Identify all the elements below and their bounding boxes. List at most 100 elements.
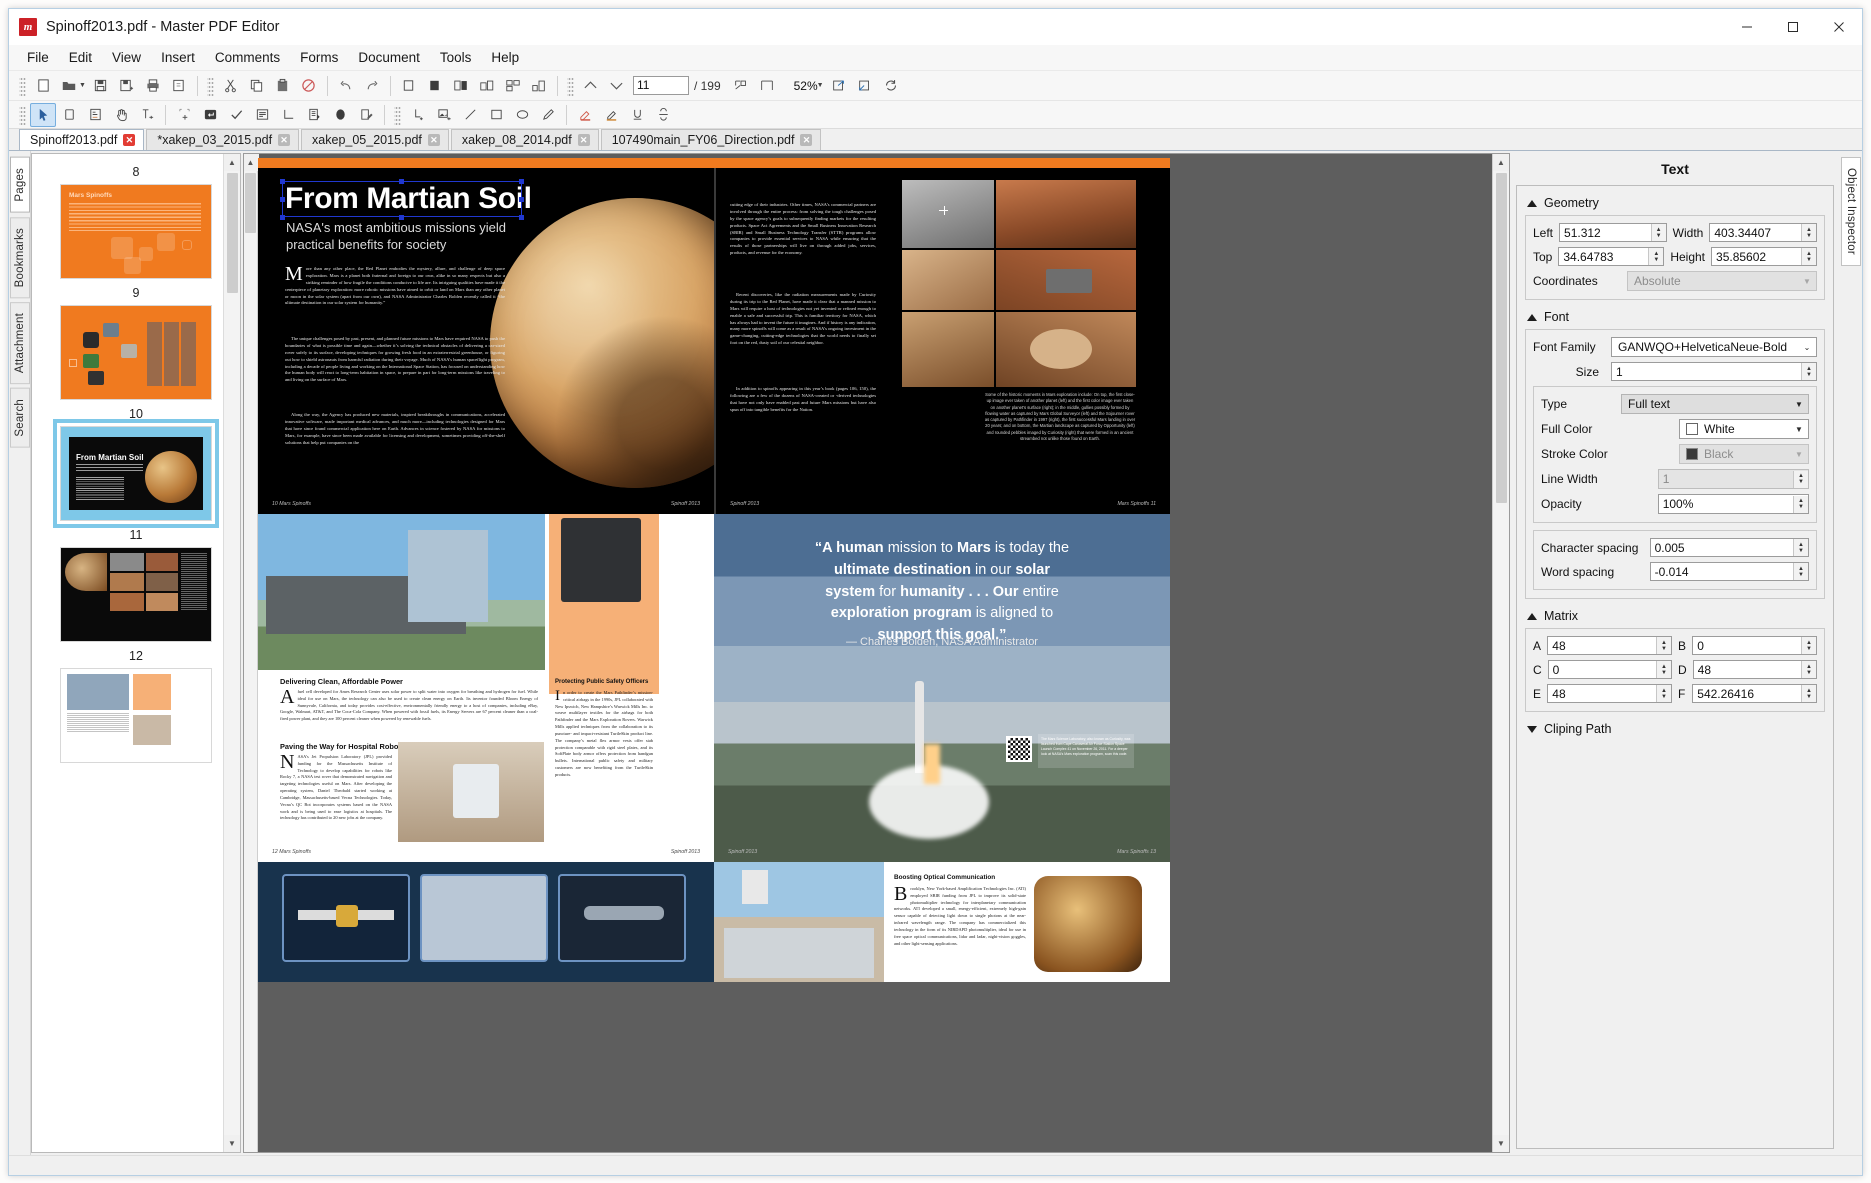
selection-handle-ml[interactable] xyxy=(280,197,285,202)
matrix-c-input[interactable] xyxy=(1548,661,1656,678)
text-highlight-icon[interactable] xyxy=(598,103,624,127)
matrix-b-field[interactable]: ▲▼ xyxy=(1692,636,1817,655)
width-input[interactable] xyxy=(1710,224,1801,241)
selection-handle-tc[interactable] xyxy=(399,179,404,184)
fit-width-icon[interactable] xyxy=(852,74,878,98)
matrix-e-stepper[interactable]: ▲ ▼ xyxy=(1656,685,1671,702)
opacity-input[interactable] xyxy=(1658,495,1793,513)
redo-icon[interactable] xyxy=(359,74,385,98)
font-size-input[interactable] xyxy=(1612,363,1801,380)
paste-icon[interactable] xyxy=(270,74,296,98)
stroke-color-select[interactable]: Black ▼ xyxy=(1679,444,1809,464)
pencil-tool-icon[interactable] xyxy=(535,103,561,127)
new-document-icon[interactable] xyxy=(30,74,56,98)
doc-tab-xakep-05-2015[interactable]: xakep_05_2015.pdf ✕ xyxy=(301,129,449,150)
rectangle-tool-icon[interactable] xyxy=(483,103,509,127)
page-thumbnail-10[interactable]: From Martian Soil xyxy=(53,419,219,528)
page-facing-icon[interactable] xyxy=(448,74,474,98)
highlight-icon[interactable] xyxy=(572,103,598,127)
text-cursor-icon[interactable] xyxy=(56,103,82,127)
minimize-button[interactable] xyxy=(1724,9,1770,45)
zoom-selection-icon[interactable] xyxy=(728,74,754,98)
matrix-f-field[interactable]: ▲▼ xyxy=(1692,684,1817,703)
sidebar-tab-attachment[interactable]: Attachment xyxy=(9,301,30,385)
page-number-input[interactable]: 11 xyxy=(632,76,689,95)
font-family-select[interactable]: GANWQO+HelveticaNeue-Bold ⌄ xyxy=(1611,337,1817,357)
page-single-icon[interactable] xyxy=(396,74,422,98)
matrix-e-input[interactable] xyxy=(1548,685,1656,702)
save-as-icon[interactable] xyxy=(114,74,140,98)
doc-tab-xakep-08-2014[interactable]: xakep_08_2014.pdf ✕ xyxy=(450,129,599,150)
doc-tab-xakep-03-2015[interactable]: *xakep_03_2015.pdf ✕ xyxy=(146,129,300,150)
font-size-field[interactable]: ▲▼ xyxy=(1611,362,1817,381)
cut-icon[interactable] xyxy=(218,74,244,98)
pdf-page-viewer[interactable]: ▲ From Martian Soil NASA's most ambitiou… xyxy=(243,153,1510,1153)
toolbar-grip[interactable] xyxy=(19,75,26,96)
scroll-up-icon[interactable]: ▲ xyxy=(1492,154,1509,171)
zoom-dropdown-caret-icon[interactable]: ▼ xyxy=(817,82,824,89)
height-input[interactable] xyxy=(1712,248,1801,265)
menu-help[interactable]: Help xyxy=(481,47,529,68)
collapse-triangle-icon[interactable] xyxy=(1527,612,1537,620)
matrix-f-input[interactable] xyxy=(1693,685,1801,702)
sidebar-tab-bookmarks[interactable]: Bookmarks xyxy=(9,216,30,298)
word-spacing-input[interactable] xyxy=(1650,563,1793,580)
page-thumbnail-11[interactable] xyxy=(60,547,212,642)
chevron-down-icon[interactable]: ⌄ xyxy=(1798,343,1816,352)
copy-icon[interactable] xyxy=(244,74,270,98)
matrix-d-input[interactable] xyxy=(1693,661,1801,678)
matrix-a-input[interactable] xyxy=(1548,637,1656,654)
text-selection-box[interactable] xyxy=(282,181,522,217)
matrix-f-stepper[interactable]: ▲ ▼ xyxy=(1801,685,1816,702)
next-page-icon[interactable] xyxy=(604,74,630,98)
add-image-icon[interactable] xyxy=(431,103,457,127)
width-field[interactable]: ▲▼ xyxy=(1709,223,1817,242)
page-thumbnail-8[interactable]: Mars Spinoffs xyxy=(60,184,212,279)
chevron-down-icon[interactable]: ▼ xyxy=(1790,400,1808,409)
zoom-level-value[interactable]: 52% xyxy=(780,79,820,93)
sidebar-tab-search[interactable]: Search xyxy=(9,388,30,448)
close-button[interactable] xyxy=(1816,9,1862,45)
expand-triangle-icon[interactable] xyxy=(1527,725,1537,733)
section-header-geometry[interactable]: Geometry xyxy=(1527,196,1825,210)
scroll-up-icon[interactable]: ▲ xyxy=(244,154,259,171)
character-spacing-field[interactable]: ▲▼ xyxy=(1649,538,1809,557)
matrix-d-field[interactable]: ▲▼ xyxy=(1692,660,1817,679)
menu-comments[interactable]: Comments xyxy=(205,47,290,68)
scroll-down-icon[interactable]: ▼ xyxy=(1492,1135,1509,1152)
page-thumbnail-12[interactable] xyxy=(60,668,212,763)
section-header-font[interactable]: Font xyxy=(1527,310,1825,324)
matrix-d-stepper[interactable]: ▲ ▼ xyxy=(1801,661,1816,678)
chevron-down-icon[interactable]: ▼ xyxy=(1790,450,1808,459)
line-width-field[interactable]: ▲▼ xyxy=(1657,469,1809,489)
height-stepper[interactable]: ▲ ▼ xyxy=(1800,248,1816,265)
menu-document[interactable]: Document xyxy=(348,47,430,68)
height-field[interactable]: ▲▼ xyxy=(1711,247,1817,266)
matrix-a-field[interactable]: ▲▼ xyxy=(1547,636,1672,655)
selection-handle-bl[interactable] xyxy=(280,215,285,220)
rotate-icon[interactable] xyxy=(878,74,904,98)
text-box-icon[interactable] xyxy=(249,103,275,127)
word-spacing-field[interactable]: ▲▼ xyxy=(1649,562,1809,581)
page-thumbnail-9[interactable] xyxy=(60,305,212,400)
scrollbar-thumb[interactable] xyxy=(245,173,256,233)
thumbnail-scrollbar[interactable]: ▲ ▼ xyxy=(223,154,240,1152)
selection-handle-mr[interactable] xyxy=(519,197,524,202)
scrollbar-thumb[interactable] xyxy=(1495,173,1507,503)
underline-icon[interactable] xyxy=(624,103,650,127)
top-input[interactable] xyxy=(1559,248,1649,265)
chevron-down-icon[interactable]: ▼ xyxy=(1790,425,1808,434)
matrix-e-field[interactable]: ▲▼ xyxy=(1547,684,1672,703)
form-field-icon[interactable] xyxy=(82,103,108,127)
line-width-input[interactable] xyxy=(1658,470,1793,488)
selection-handle-br[interactable] xyxy=(519,215,524,220)
menu-edit[interactable]: Edit xyxy=(59,47,102,68)
toolbar-grip-3[interactable] xyxy=(566,75,574,96)
save-icon[interactable] xyxy=(88,74,114,98)
collapse-triangle-icon[interactable] xyxy=(1527,313,1537,321)
font-size-stepper[interactable]: ▲ ▼ xyxy=(1801,363,1816,380)
doc-tab-spinoff2013[interactable]: Spinoff2013.pdf ✕ xyxy=(19,129,145,150)
viewer-scrollbar[interactable]: ▲ ▼ xyxy=(1492,154,1509,1152)
matrix-c-stepper[interactable]: ▲ ▼ xyxy=(1656,661,1671,678)
add-object-icon[interactable] xyxy=(171,103,197,127)
